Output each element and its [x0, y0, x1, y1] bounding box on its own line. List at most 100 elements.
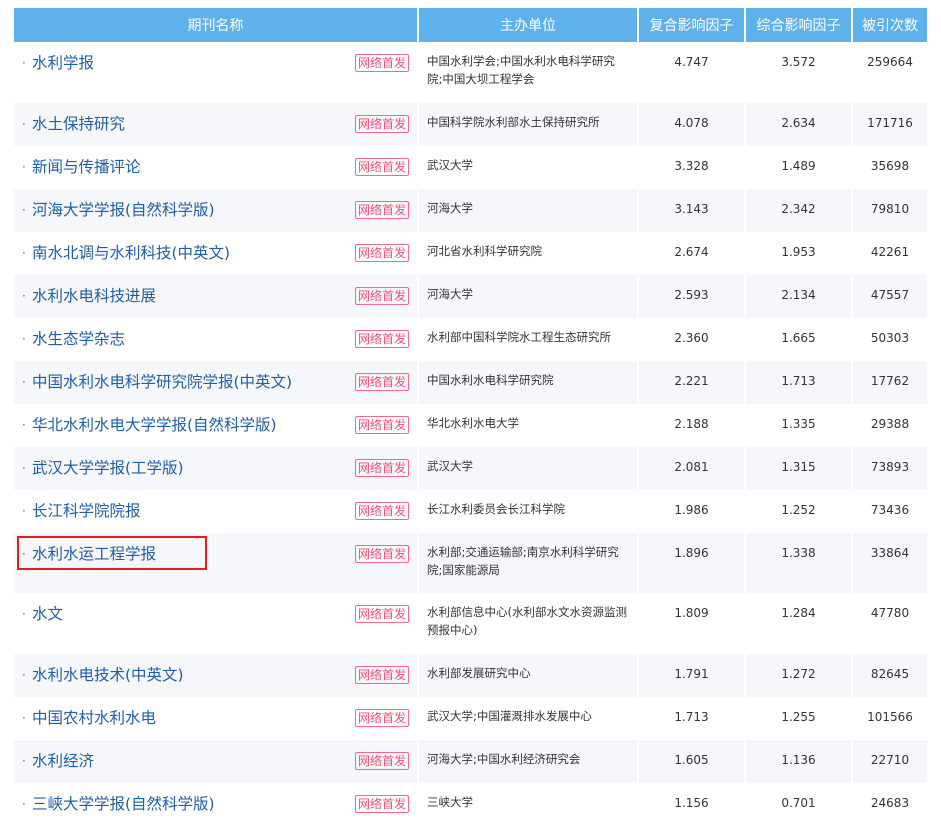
- journal-name-cell: · 长江科学院院报 网络首发: [14, 490, 419, 533]
- composite-impact-factor-cell: 2.081: [638, 447, 746, 490]
- journal-table-container: 期刊名称 主办单位 复合影响因子 综合影响因子 被引次数 · 水利学报 网络首发…: [14, 8, 927, 826]
- composite-impact-factor-cell: 3.143: [638, 189, 746, 232]
- journal-name-cell: · 水利经济 网络首发: [14, 740, 419, 783]
- table-body: · 水利学报 网络首发 中国水利学会;中国水利水电科学研究院;中国大坝工程学会 …: [14, 42, 927, 826]
- bullet-icon: ·: [22, 332, 26, 346]
- composite-impact-factor-cell: 1.986: [638, 490, 746, 533]
- composite-impact-factor-cell: 1.713: [638, 697, 746, 740]
- journal-name-link[interactable]: 水利学报: [32, 52, 94, 74]
- journal-name-link[interactable]: 水生态学杂志: [32, 328, 125, 350]
- composite-impact-factor-cell: 1.605: [638, 740, 746, 783]
- bullet-icon: ·: [22, 56, 26, 70]
- comprehensive-impact-factor-cell: 1.489: [745, 146, 853, 189]
- citation-count-cell: 29388: [870, 417, 910, 431]
- journal-name-link[interactable]: 武汉大学学报(工学版): [32, 457, 184, 479]
- header-comprehensive-impact-factor[interactable]: 综合影响因子: [745, 8, 853, 42]
- organizer-cell: 河北省水利科学研究院: [418, 232, 639, 275]
- citation-count-cell: 35698: [870, 159, 910, 173]
- journal-name-cell: · 河海大学学报(自然科学版) 网络首发: [14, 189, 419, 232]
- bullet-icon: ·: [22, 607, 26, 621]
- comprehensive-impact-factor-cell: 1.136: [745, 740, 853, 783]
- online-first-badge: 网络首发: [354, 459, 409, 477]
- bullet-icon: ·: [22, 754, 26, 768]
- comprehensive-impact-factor-cell: 2.134: [745, 275, 853, 318]
- journal-name-link[interactable]: 河海大学学报(自然科学版): [32, 199, 215, 221]
- comprehensive-impact-factor-cell: 1.335: [745, 404, 853, 447]
- journal-name-link[interactable]: 水文: [32, 603, 63, 625]
- citation-count-cell: 73436: [870, 503, 910, 517]
- bullet-icon: ·: [22, 504, 26, 518]
- table-row: · 水生态学杂志 网络首发 水利部中国科学院水工程生态研究所 2.360 1.6…: [14, 318, 927, 361]
- header-composite-impact-factor[interactable]: 复合影响因子: [638, 8, 746, 42]
- table-row: · 华北水利水电大学学报(自然科学版) 网络首发 华北水利水电大学 2.188 …: [14, 404, 927, 447]
- organizer-cell: 水利部;交通运输部;南京水利科学研究院;国家能源局: [418, 533, 639, 593]
- journal-name-cell: · 南水北调与水利科技(中英文) 网络首发: [14, 232, 419, 275]
- citation-count-cell: 17762: [852, 361, 927, 404]
- journal-name-link[interactable]: 华北水利水电大学学报(自然科学版): [32, 414, 277, 436]
- journal-name-cell: · 华北水利水电大学学报(自然科学版) 网络首发: [14, 404, 419, 447]
- online-first-badge: 网络首发: [354, 330, 409, 348]
- bullet-icon: ·: [22, 289, 26, 303]
- comprehensive-impact-factor-cell: 1.272: [745, 654, 853, 697]
- journal-name-link[interactable]: 中国水利水电科学研究院学报(中英文): [32, 371, 292, 393]
- journal-name-link[interactable]: 水土保持研究: [32, 113, 125, 135]
- journal-name-link[interactable]: 新闻与传播评论: [32, 156, 141, 178]
- online-first-badge: 网络首发: [354, 373, 409, 391]
- organizer-cell: 中国水利水电科学研究院: [418, 361, 639, 404]
- journal-table: 期刊名称 主办单位 复合影响因子 综合影响因子 被引次数 · 水利学报 网络首发…: [14, 8, 927, 826]
- bullet-icon: ·: [22, 668, 26, 682]
- organizer-cell: 水利部信息中心(水利部水文水资源监测预报中心): [418, 593, 639, 654]
- online-first-badge: 网络首发: [354, 54, 409, 72]
- bullet-icon: ·: [22, 203, 26, 217]
- bullet-icon: ·: [22, 375, 26, 389]
- organizer-cell: 水利部中国科学院水工程生态研究所: [418, 318, 639, 361]
- composite-impact-factor-cell: 2.221: [638, 361, 746, 404]
- journal-name-link[interactable]: 水利经济: [32, 750, 94, 772]
- organizer-cell: 武汉大学: [418, 146, 639, 189]
- composite-impact-factor-cell: 1.791: [638, 654, 746, 697]
- comprehensive-impact-factor-cell: 2.342: [745, 189, 853, 232]
- journal-name-link[interactable]: 中国农村水利水电: [32, 707, 156, 729]
- table-row: · 水利水电技术(中英文) 网络首发 水利部发展研究中心 1.791 1.272…: [14, 654, 927, 697]
- citation-count-cell: 47780: [870, 606, 910, 620]
- bullet-icon: ·: [22, 547, 26, 561]
- comprehensive-impact-factor-cell: 2.634: [745, 103, 853, 146]
- online-first-badge: 网络首发: [354, 115, 409, 133]
- journal-name-link[interactable]: 南水北调与水利科技(中英文): [32, 242, 230, 264]
- composite-impact-factor-cell: 1.809: [638, 593, 746, 654]
- journal-name-link[interactable]: 水利水电技术(中英文): [32, 664, 184, 686]
- comprehensive-impact-factor-cell: 0.701: [745, 783, 853, 826]
- composite-impact-factor-cell: 2.674: [638, 232, 746, 275]
- composite-impact-factor-cell: 2.360: [638, 318, 746, 361]
- comprehensive-impact-factor-cell: 1.953: [745, 232, 853, 275]
- table-row: · 三峡大学学报(自然科学版) 网络首发 三峡大学 1.156 0.701 24…: [14, 783, 927, 826]
- header-citation-count[interactable]: 被引次数: [852, 8, 927, 42]
- table-row: · 水利学报 网络首发 中国水利学会;中国水利水电科学研究院;中国大坝工程学会 …: [14, 42, 927, 103]
- online-first-badge: 网络首发: [354, 752, 409, 770]
- organizer-cell: 河海大学: [418, 189, 639, 232]
- journal-name-cell: · 水利水电技术(中英文) 网络首发: [14, 654, 419, 697]
- table-row: · 河海大学学报(自然科学版) 网络首发 河海大学 3.143 2.342 79…: [14, 189, 927, 232]
- comprehensive-impact-factor-cell: 3.572: [745, 42, 853, 103]
- journal-name-link[interactable]: 水利水电科技进展: [32, 285, 156, 307]
- table-row: · 长江科学院院报 网络首发 长江水利委员会长江科学院 1.986 1.252 …: [14, 490, 927, 533]
- journal-name-link[interactable]: 长江科学院院报: [32, 500, 141, 522]
- online-first-badge: 网络首发: [354, 416, 409, 434]
- journal-name-cell: · 水文 网络首发: [14, 593, 419, 654]
- journal-name-cell: · 水利水运工程学报 网络首发: [14, 533, 419, 593]
- table-row: · 新闻与传播评论 网络首发 武汉大学 3.328 1.489 35698: [14, 146, 927, 189]
- online-first-badge: 网络首发: [354, 666, 409, 684]
- journal-name-cell: · 水土保持研究 网络首发: [14, 103, 419, 146]
- table-header-row: 期刊名称 主办单位 复合影响因子 综合影响因子 被引次数: [14, 8, 927, 42]
- journal-name-cell: · 水利学报 网络首发: [14, 42, 419, 103]
- journal-name-link[interactable]: 水利水运工程学报: [32, 543, 156, 565]
- journal-name-cell: · 中国水利水电科学研究院学报(中英文) 网络首发: [14, 361, 419, 404]
- comprehensive-impact-factor-cell: 1.665: [745, 318, 853, 361]
- citation-count-cell: 22710: [852, 740, 927, 783]
- header-journal-name: 期刊名称: [14, 8, 419, 42]
- table-row: · 中国水利水电科学研究院学报(中英文) 网络首发 中国水利水电科学研究院 2.…: [14, 361, 927, 404]
- organizer-cell: 中国科学院水利部水土保持研究所: [418, 103, 639, 146]
- online-first-badge: 网络首发: [354, 795, 409, 813]
- journal-name-link[interactable]: 三峡大学学报(自然科学版): [32, 793, 215, 815]
- composite-impact-factor-cell: 4.747: [638, 42, 746, 103]
